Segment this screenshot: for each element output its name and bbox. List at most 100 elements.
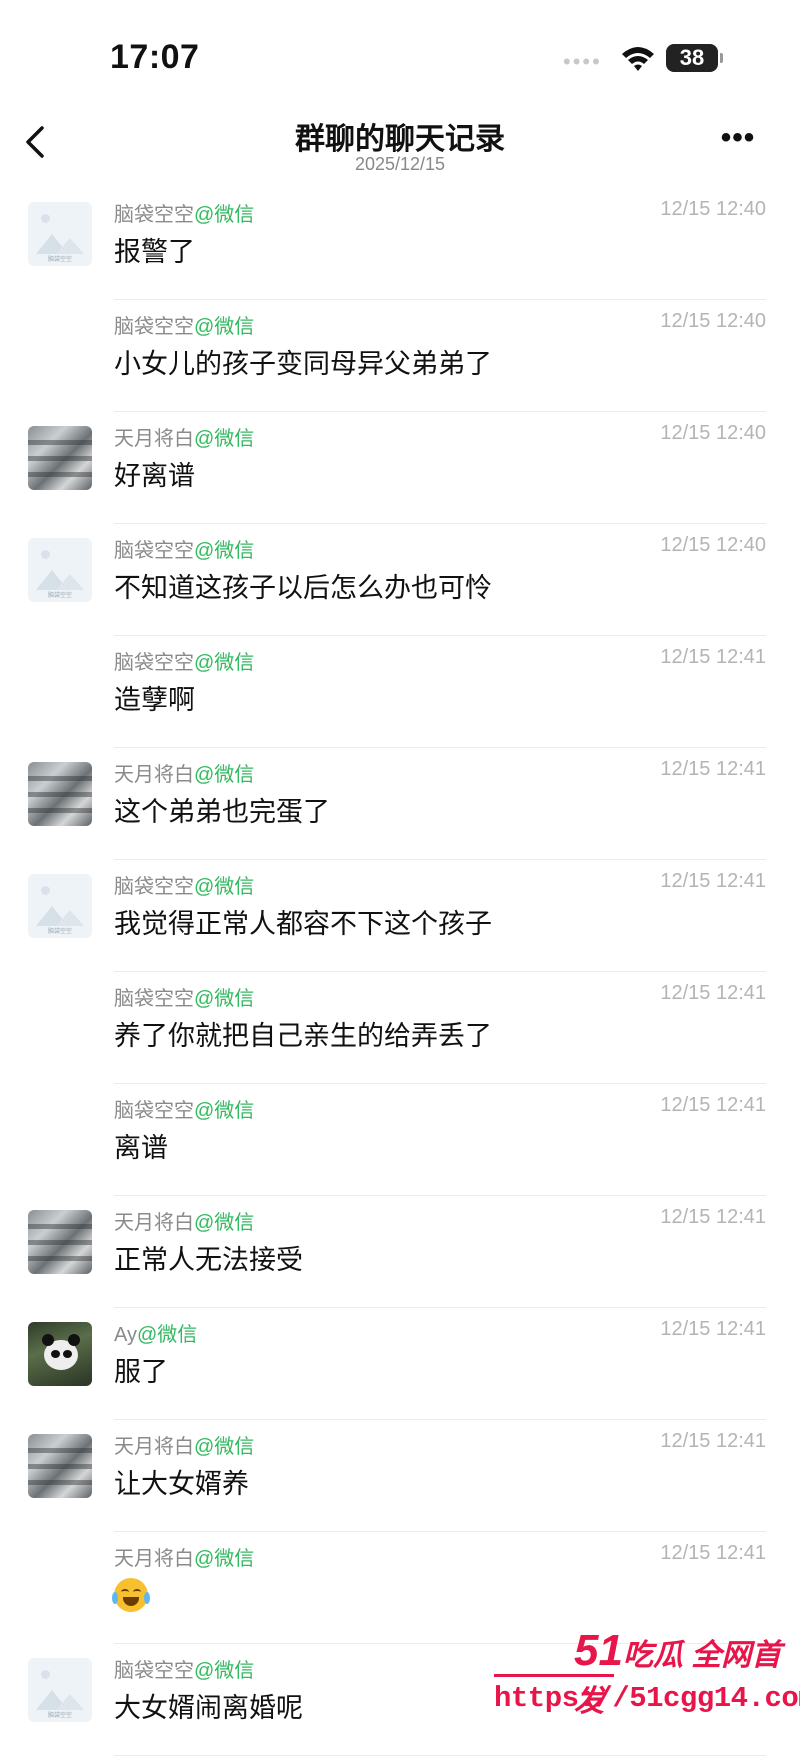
avatar-caption: 脑袋空空 xyxy=(47,1713,72,1719)
message-timestamp: 12/15 12:41 xyxy=(660,1430,766,1452)
chat-message-row[interactable]: 脑袋空空@微信 12/15 12:41 养了你就把自己亲生的给弄丢了 xyxy=(0,972,800,1084)
sender-name: 天月将白@微信 xyxy=(114,1430,254,1459)
avatar-placeholder-icon[interactable]: 脑袋空空 xyxy=(28,538,92,602)
avatar-caption: 脑袋空空 xyxy=(47,257,72,263)
sender-platform: @微信 xyxy=(194,1212,255,1234)
sender-platform: @微信 xyxy=(194,1100,255,1122)
sender-nickname: 脑袋空空 xyxy=(114,204,194,226)
sender-nickname: 天月将白 xyxy=(114,1548,194,1570)
nav-bar: 群聊的聊天记录 2025/12/15 ••• xyxy=(0,108,800,188)
message-text: 离谱 xyxy=(114,1133,168,1163)
sender-name: 天月将白@微信 xyxy=(114,758,254,787)
avatar-panda[interactable] xyxy=(28,1322,92,1386)
sender-platform: @微信 xyxy=(194,316,255,338)
sender-platform: @微信 xyxy=(194,1548,255,1570)
avatar-caption: 脑袋空空 xyxy=(47,929,72,935)
sender-name: 脑袋空空@微信 xyxy=(114,646,254,675)
sender-nickname: 天月将白 xyxy=(114,764,194,786)
sender-nickname: 脑袋空空 xyxy=(114,1100,194,1122)
message-text: 大女婿闹离婚呢 xyxy=(114,1693,303,1723)
avatar-cat[interactable] xyxy=(28,426,92,490)
message-text: 让大女婿养 xyxy=(114,1469,249,1499)
watermark-underline xyxy=(494,1674,614,1677)
message-text: 报警了 xyxy=(114,237,195,267)
message-timestamp: 12/15 12:41 xyxy=(660,1206,766,1228)
sender-nickname: 天月将白 xyxy=(114,428,194,450)
message-timestamp: 12/15 12:41 xyxy=(660,646,766,668)
sender-nickname: 脑袋空空 xyxy=(114,988,194,1010)
sender-nickname: Ay xyxy=(114,1324,137,1346)
sender-platform: @微信 xyxy=(194,764,255,786)
chat-message-row[interactable]: 脑袋空空@微信 12/15 12:41 造孽啊 xyxy=(0,636,800,748)
chat-message-row[interactable]: 天月将白@微信 12/15 12:40 好离谱 xyxy=(0,412,800,524)
message-text: 服了 xyxy=(114,1357,168,1387)
sender-name: 脑袋空空@微信 xyxy=(114,1654,254,1683)
message-timestamp: 12/15 12:41 xyxy=(660,870,766,892)
message-timestamp: 12/15 12:40 xyxy=(660,198,766,220)
sender-name: Ay@微信 xyxy=(114,1318,197,1347)
avatar-cat[interactable] xyxy=(28,1210,92,1274)
page-subtitle-date: 2025/12/15 xyxy=(354,154,446,174)
chat-message-row[interactable]: 脑袋空空@微信 12/15 12:40 小女儿的孩子变同母异父弟弟了 xyxy=(0,300,800,412)
battery-icon: 38 xyxy=(666,44,723,72)
avatar-placeholder-icon[interactable]: 脑袋空空 xyxy=(28,202,92,266)
avatar-caption: 脑袋空空 xyxy=(47,593,72,599)
sender-nickname: 脑袋空空 xyxy=(114,540,194,562)
sender-platform: @微信 xyxy=(194,428,255,450)
sender-name: 脑袋空空@微信 xyxy=(114,870,254,899)
cellular-signal-icon: •••• xyxy=(563,49,602,74)
sender-name: 脑袋空空@微信 xyxy=(114,982,254,1011)
status-bar: 17:07 •••• 38 xyxy=(0,0,800,110)
message-timestamp: 12/15 12:40 xyxy=(660,534,766,556)
message-text: 正常人无法接受 xyxy=(114,1245,303,1275)
sender-name: 脑袋空空@微信 xyxy=(114,198,254,227)
message-timestamp: 12/15 12:41 xyxy=(660,1094,766,1116)
message-text: 不知道这孩子以后怎么办也可怜 xyxy=(114,573,492,603)
status-time: 17:07 xyxy=(110,38,200,76)
sender-name: 脑袋空空@微信 xyxy=(114,534,254,563)
avatar-placeholder-icon[interactable]: 脑袋空空 xyxy=(28,1658,92,1722)
chat-message-row[interactable]: 天月将白@微信 12/15 12:41 这个弟弟也完蛋了 xyxy=(0,748,800,860)
chat-message-row[interactable]: 脑袋空空 脑袋空空@微信 12/15 12:41 我觉得正常人都容不下这个孩子 xyxy=(0,860,800,972)
sender-nickname: 天月将白 xyxy=(114,1212,194,1234)
message-text: 这个弟弟也完蛋了 xyxy=(114,797,330,827)
sender-name: 脑袋空空@微信 xyxy=(114,310,254,339)
sender-platform: @微信 xyxy=(194,876,255,898)
sender-nickname: 脑袋空空 xyxy=(114,316,194,338)
sender-nickname: 脑袋空空 xyxy=(114,652,194,674)
sender-platform: @微信 xyxy=(194,988,255,1010)
message-timestamp: 12/15 12:41 xyxy=(660,1542,766,1564)
avatar-cat[interactable] xyxy=(28,762,92,826)
message-timestamp: 12/15 12:41 xyxy=(660,982,766,1004)
laughing-crying-emoji-icon xyxy=(112,1578,150,1612)
sender-platform: @微信 xyxy=(194,1436,255,1458)
sender-platform: @微信 xyxy=(194,1660,255,1682)
sender-name: 天月将白@微信 xyxy=(114,1206,254,1235)
message-timestamp: 12/15 12:41 xyxy=(660,758,766,780)
message-text: 我觉得正常人都容不下这个孩子 xyxy=(114,909,492,939)
chat-message-row[interactable]: 脑袋空空@微信 12/15 12:41 离谱 xyxy=(0,1084,800,1196)
chat-record-list[interactable]: 脑袋空空 脑袋空空@微信 12/15 12:40 报警了 脑袋空空@微信 12/15 12… xyxy=(0,188,800,1756)
chat-message-row[interactable]: 脑袋空空 脑袋空空@微信 12/15 12:40 报警了 xyxy=(0,188,800,300)
sender-platform: @微信 xyxy=(194,652,255,674)
chat-message-row[interactable]: Ay@微信 12/15 12:41 服了 xyxy=(0,1308,800,1420)
chat-message-row[interactable]: 天月将白@微信 12/15 12:41 让大女婿养 xyxy=(0,1420,800,1532)
avatar-placeholder-icon[interactable]: 脑袋空空 xyxy=(28,874,92,938)
chat-message-row[interactable]: 天月将白@微信 12/15 12:41 正常人无法接受 xyxy=(0,1196,800,1308)
message-timestamp: 12/15 12:40 xyxy=(660,422,766,444)
more-options-icon[interactable]: ••• xyxy=(716,123,760,158)
message-text: 造孽啊 xyxy=(114,685,195,715)
sender-platform: @微信 xyxy=(136,1324,198,1346)
avatar-cat[interactable] xyxy=(28,1434,92,1498)
chat-message-row[interactable]: 脑袋空空 脑袋空空@微信 12/15 12:40 不知道这孩子以后怎么办也可怜 xyxy=(0,524,800,636)
sender-name: 天月将白@微信 xyxy=(114,422,254,451)
watermark-brand-number: 51 xyxy=(574,1626,623,1675)
page-title: 群聊的聊天记录 xyxy=(295,123,505,156)
message-text: 养了你就把自己亲生的给弄丢了 xyxy=(114,1021,492,1051)
sender-platform: @微信 xyxy=(194,540,255,562)
message-text: 小女儿的孩子变同母异父弟弟了 xyxy=(114,349,492,379)
message-timestamp: 12/15 12:41 xyxy=(660,1318,766,1340)
message-timestamp: 12/15 12:40 xyxy=(660,310,766,332)
sender-platform: @微信 xyxy=(194,204,255,226)
sender-nickname: 脑袋空空 xyxy=(114,876,194,898)
